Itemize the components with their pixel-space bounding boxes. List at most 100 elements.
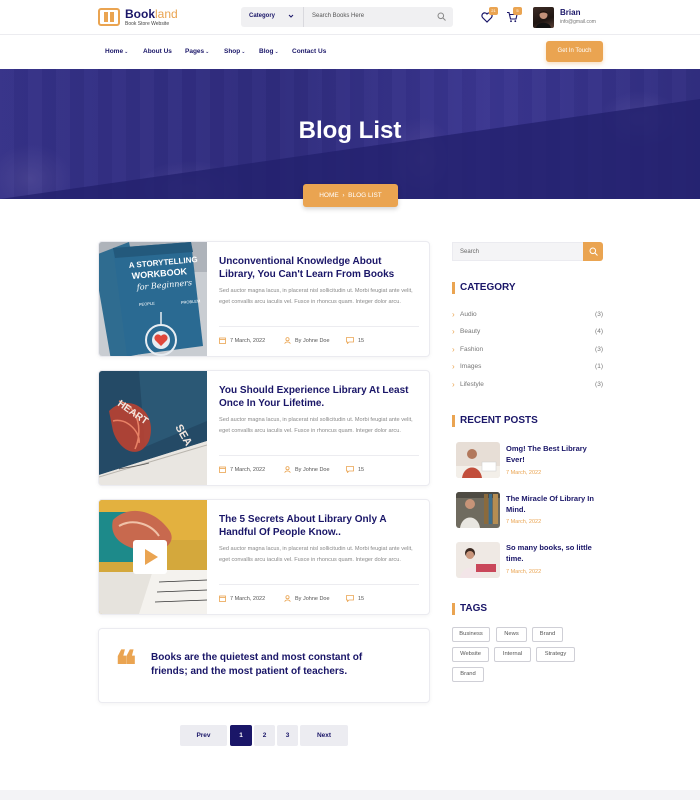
post-author-text: By Johne Doe: [295, 466, 330, 473]
sidebar-search-input[interactable]: Search: [452, 242, 583, 261]
recent-post-thumbnail[interactable]: [456, 492, 500, 528]
quote-icon: ❝: [115, 642, 137, 689]
search-icon: [589, 247, 598, 256]
blog-post-card[interactable]: The 5 Secrets About Library Only A Handf…: [98, 499, 430, 615]
header-divider: [0, 34, 700, 35]
recent-post-title[interactable]: Omg! The Best Library Ever!: [506, 444, 601, 465]
tag-business[interactable]: Business: [452, 627, 490, 642]
cart-count-badge: 5: [513, 7, 522, 15]
user-name[interactable]: Brian: [560, 8, 580, 17]
user-icon: [284, 595, 291, 602]
post-video-thumbnail[interactable]: [99, 500, 207, 614]
nav-item-label: Blog: [259, 48, 274, 55]
brand-name[interactable]: Bookland: [125, 7, 178, 21]
post-comments[interactable]: 15: [346, 466, 364, 473]
post-author[interactable]: By Johne Doe: [284, 595, 330, 602]
footer-edge: [0, 790, 700, 800]
category-select[interactable]: Category: [241, 7, 304, 27]
next-page-button[interactable]: Next: [300, 725, 348, 746]
category-label: Audio: [460, 311, 477, 318]
category-count: (3): [595, 311, 603, 318]
nav-item-label: About Us: [143, 48, 172, 55]
nav-item-shop[interactable]: Shop⌄: [224, 48, 245, 55]
user-email: info@gmail.com: [560, 19, 596, 25]
category-widget-title: CATEGORY: [460, 282, 516, 293]
category-item-lifestyle[interactable]: › Lifestyle (3): [452, 380, 603, 392]
page-1-button[interactable]: 1: [230, 725, 252, 746]
page-2-button[interactable]: 2: [254, 725, 275, 746]
post-date: 7 March, 2022: [219, 595, 265, 602]
recent-post-thumbnail[interactable]: [456, 542, 500, 578]
search-icon[interactable]: [437, 12, 446, 21]
blog-post-card[interactable]: A STORYTELLING WORKBOOK for Beginners PE…: [98, 241, 430, 357]
logo-book-icon[interactable]: [98, 8, 120, 26]
calendar-icon: [219, 595, 226, 602]
post-comments[interactable]: 15: [346, 337, 364, 344]
category-count: (3): [595, 346, 603, 353]
recent-post-date: 7 March, 2022: [506, 569, 542, 575]
post-author[interactable]: By Johne Doe: [284, 466, 330, 473]
nav-item-label: Pages: [185, 48, 205, 55]
wishlist-count-badge: 21: [489, 7, 498, 15]
search-input[interactable]: Search Books Here: [312, 13, 364, 19]
breadcrumb: HOME › BLOG LIST: [303, 184, 398, 207]
page-3-button[interactable]: 3: [277, 725, 298, 746]
divider: [219, 326, 419, 327]
divider: [219, 584, 419, 585]
nav-item-home[interactable]: Home⌄: [105, 48, 128, 55]
breadcrumb-current: BLOG LIST: [348, 192, 382, 199]
category-label: Images: [460, 363, 482, 370]
tag-strategy[interactable]: Strategy: [536, 647, 575, 662]
user-avatar[interactable]: [533, 7, 554, 28]
chevron-right-icon: ›: [452, 345, 455, 354]
post-title[interactable]: The 5 Secrets About Library Only A Handf…: [219, 513, 419, 539]
tag-brand[interactable]: Brand: [452, 667, 484, 682]
get-in-touch-button[interactable]: Get In Touch: [546, 41, 603, 62]
post-date-text: 7 March, 2022: [230, 466, 266, 473]
chevron-down-icon: ⌄: [274, 49, 279, 55]
category-count: (1): [595, 363, 603, 370]
category-count: (3): [595, 381, 603, 388]
post-thumbnail[interactable]: A STORYTELLING WORKBOOK for Beginners PE…: [99, 242, 207, 356]
category-label: Fashion: [460, 346, 484, 353]
category-count: (4): [595, 328, 603, 335]
nav-item-label: Contact Us: [292, 48, 327, 55]
blog-post-card[interactable]: HEART SEA You Should Experience Library …: [98, 370, 430, 486]
comment-icon: [346, 595, 354, 602]
post-author[interactable]: By Johne Doe: [284, 337, 330, 344]
chevron-down-icon: ⌄: [205, 49, 210, 55]
category-item-fashion[interactable]: › Fashion (3): [452, 345, 603, 357]
recent-post-title[interactable]: So many books, so little time.: [506, 543, 601, 564]
post-date: 7 March, 2022: [219, 466, 265, 473]
category-item-beauty[interactable]: › Beauty (4): [452, 327, 603, 339]
recent-post-thumbnail[interactable]: [456, 442, 500, 478]
category-item-audio[interactable]: › Audio (3): [452, 310, 603, 322]
nav-item-blog[interactable]: Blog⌄: [259, 48, 279, 55]
page-title: Blog List: [298, 117, 402, 144]
nav-item-pages[interactable]: Pages⌄: [185, 48, 209, 55]
nav-item-contact-us[interactable]: Contact Us: [292, 48, 326, 55]
tag-internal[interactable]: Internal: [494, 647, 531, 662]
tag-website[interactable]: Website: [452, 647, 489, 662]
category-label: Lifestyle: [460, 381, 484, 388]
tag-brand[interactable]: Brand: [532, 627, 563, 642]
post-author-text: By Johne Doe: [295, 595, 330, 602]
post-date-text: 7 March, 2022: [230, 337, 266, 344]
recent-post-title[interactable]: The Miracle Of Library In Mind.: [506, 494, 601, 515]
post-comments-count: 15: [358, 595, 365, 602]
tag-news[interactable]: News: [496, 627, 527, 642]
post-title[interactable]: You Should Experience Library At Least O…: [219, 384, 419, 410]
breadcrumb-separator-icon: ›: [342, 192, 345, 199]
sidebar-search-button[interactable]: [583, 242, 603, 261]
divider: [219, 455, 419, 456]
chevron-right-icon: ›: [452, 362, 455, 371]
post-author-text: By Johne Doe: [295, 337, 330, 344]
nav-item-about-us[interactable]: About Us: [143, 48, 172, 55]
tags-widget-title: TAGS: [460, 603, 488, 614]
prev-page-button[interactable]: Prev: [180, 725, 227, 746]
post-comments[interactable]: 15: [346, 595, 364, 602]
post-title[interactable]: Unconventional Knowledge About Library, …: [219, 255, 419, 281]
breadcrumb-home-link[interactable]: HOME: [319, 192, 339, 199]
category-item-images[interactable]: › Images (1): [452, 362, 603, 374]
post-thumbnail[interactable]: HEART SEA: [99, 371, 207, 485]
